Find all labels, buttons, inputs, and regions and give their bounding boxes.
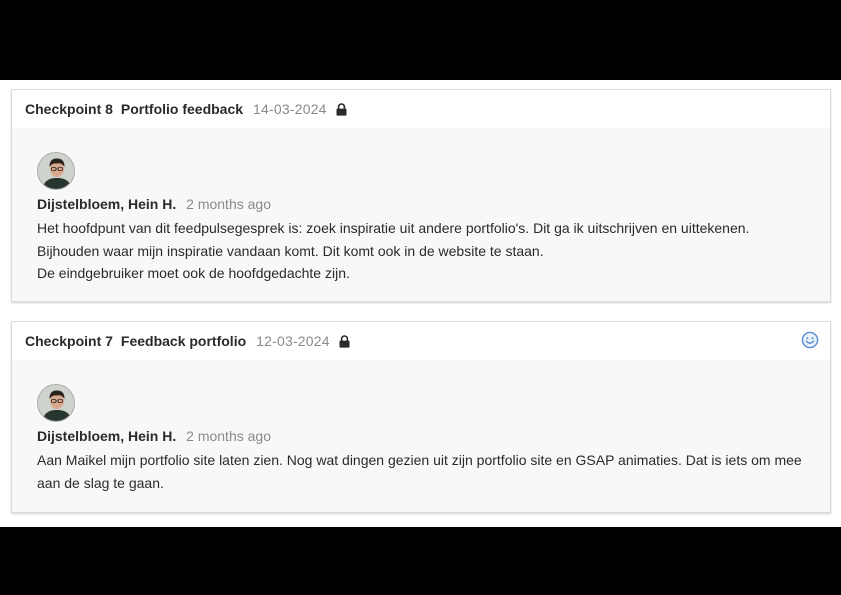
comment-text: Het hoofdpunt van dit feedpulsegesprek i… [37,217,817,285]
checkpoint-card: Checkpoint 8 Portfolio feedback 14-03-20… [11,89,831,302]
comment-meta: Dijstelbloem, Hein H. 2 months ago [37,196,271,212]
author-name: Dijstelbloem, Hein H. [37,196,177,212]
lock-icon [336,102,347,116]
comment-time: 2 months ago [186,196,271,212]
comment-line: De eindgebruiker moet ook de hoofdgedach… [37,265,350,281]
avatar [37,152,75,190]
checkpoint-header[interactable]: Checkpoint 8 Portfolio feedback 14-03-20… [12,90,830,128]
checkpoint-card: Checkpoint 7 Feedback portfolio 12-03-20… [11,321,831,513]
smiley-icon[interactable] [801,331,819,349]
comment-section: Dijstelbloem, Hein H. 2 months ago Aan M… [12,360,830,512]
checkpoint-label: Checkpoint 8 [25,101,113,117]
avatar [37,384,75,422]
feedback-page: Checkpoint 8 Portfolio feedback 14-03-20… [0,80,841,527]
checkpoint-title: Portfolio feedback [120,101,244,117]
comment-meta: Dijstelbloem, Hein H. 2 months ago [37,428,271,444]
checkpoint-title: Feedback portfolio [120,333,247,349]
comment-line: Het hoofdpunt van dit feedpulsegesprek i… [37,220,750,236]
comment-text: Aan Maikel mijn portfolio site laten zie… [37,449,817,494]
comment-body: Aan Maikel mijn portfolio site laten zie… [37,452,802,491]
checkpoint-date: 14-03-2024 [253,101,327,117]
lock-icon [339,334,350,348]
comment-time: 2 months ago [186,428,271,444]
comment-section: Dijstelbloem, Hein H. 2 months ago Het h… [12,128,830,301]
checkpoint-label: Checkpoint 7 [25,333,113,349]
author-name: Dijstelbloem, Hein H. [37,428,177,444]
comment-line: Bijhouden waar mijn inspiratie vandaan k… [37,242,544,259]
checkpoint-date: 12-03-2024 [256,333,330,349]
checkpoint-header[interactable]: Checkpoint 7 Feedback portfolio 12-03-20… [12,322,830,360]
